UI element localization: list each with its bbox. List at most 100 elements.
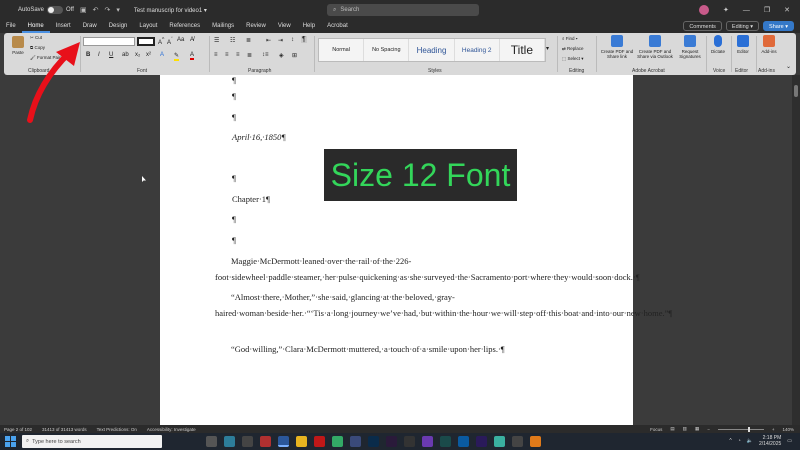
decrease-indent-icon[interactable]: ⇤ [266, 37, 271, 44]
align-right-icon[interactable]: ≡ [236, 52, 240, 58]
style-no-spacing[interactable]: No Spacing [364, 39, 410, 61]
shading-icon[interactable]: ◈ [279, 52, 284, 59]
volume-icon[interactable]: 🔈 [747, 438, 753, 444]
align-left-icon[interactable]: ≡ [214, 52, 218, 58]
line-spacing-icon[interactable]: ↕≡ [262, 52, 269, 58]
zoom-out-icon[interactable]: − [707, 427, 710, 432]
show-formatting-button[interactable]: ¶ [301, 36, 307, 43]
windows-start-icon[interactable] [3, 435, 17, 449]
addins-button[interactable]: Add-ins [758, 35, 780, 54]
style-title[interactable]: Title [500, 39, 546, 61]
superscript-icon[interactable]: x² [146, 52, 151, 58]
create-pdf-outlook-button[interactable]: Create PDF and Share via Outlook [636, 35, 674, 59]
document-page[interactable]: ¶ ¶ ¶ April·16,·1850¶ ¶ Chapter·1¶ ¶ ¶ M… [160, 75, 672, 425]
tab-draw[interactable]: Draw [77, 20, 103, 33]
document-title[interactable]: Test manuscrip for video1 ▾ [134, 7, 207, 14]
subscript-icon[interactable]: x₂ [135, 52, 140, 58]
change-case-button[interactable]: Aa [177, 37, 184, 43]
app-icon[interactable] [350, 436, 361, 447]
comments-button[interactable]: Comments [683, 21, 722, 31]
app-icon[interactable] [440, 436, 451, 447]
highlight-icon[interactable]: ✎ [174, 52, 180, 61]
autosave-toggle[interactable]: AutoSave Off [18, 6, 74, 14]
tab-acrobat[interactable]: Acrobat [321, 20, 354, 33]
app-icon[interactable] [242, 436, 253, 447]
style-heading[interactable]: Heading [409, 39, 455, 61]
premiere-icon[interactable] [476, 436, 487, 447]
style-heading-2[interactable]: Heading 2 [455, 39, 500, 61]
create-pdf-share-button[interactable]: Create PDF and Share link [600, 35, 634, 59]
strikethrough-icon[interactable]: ab [122, 52, 129, 58]
tab-references[interactable]: References [163, 20, 206, 33]
file-explorer-icon[interactable] [296, 436, 307, 447]
accessibility-status[interactable]: Accessibility: Investigate [147, 427, 196, 432]
word-count[interactable]: 31413 of 31413 words [42, 427, 87, 432]
dictate-button[interactable]: Dictate [708, 35, 728, 54]
replace-button[interactable]: ⇄ Replace [562, 46, 584, 52]
clear-formatting-icon[interactable]: A̸ [190, 37, 194, 43]
chrome-icon[interactable] [332, 436, 343, 447]
save-icon[interactable]: ▣ [80, 6, 87, 14]
font-color-icon[interactable]: A [190, 52, 195, 60]
tab-layout[interactable]: Layout [133, 20, 163, 33]
page-count[interactable]: Page 2 of 102 [4, 427, 32, 432]
sort-icon[interactable]: ↕ [291, 37, 294, 43]
outlook-icon[interactable] [458, 436, 469, 447]
undo-icon[interactable]: ↶ [93, 6, 99, 14]
lightbulb-icon[interactable]: ✦ [723, 6, 729, 14]
acrobat-icon[interactable] [314, 436, 325, 447]
style-normal[interactable]: Normal [319, 39, 365, 61]
tab-review[interactable]: Review [240, 20, 272, 33]
tab-mailings[interactable]: Mailings [206, 20, 240, 33]
numbering-icon[interactable]: ☷ [230, 37, 235, 44]
vlc-icon[interactable] [530, 436, 541, 447]
customize-qat-icon[interactable]: ▾ [116, 6, 120, 14]
text-effects-icon[interactable]: A [160, 52, 164, 58]
focus-button[interactable]: Focus [650, 427, 662, 432]
share-button[interactable]: Share ▾ [763, 21, 794, 31]
zoom-slider[interactable] [717, 426, 764, 432]
word-icon[interactable] [278, 436, 289, 447]
borders-icon[interactable]: ⊞ [292, 52, 297, 59]
web-layout-icon[interactable]: ▦ [695, 426, 699, 432]
read-mode-icon[interactable]: ▤ [670, 426, 674, 432]
zoom-in-icon[interactable]: + [772, 427, 775, 432]
editing-mode-button[interactable]: Editing ▾ [725, 21, 760, 31]
find-button[interactable]: ⌕ Find ▾ [562, 36, 578, 41]
request-signatures-button[interactable]: Request Signatures [676, 35, 704, 59]
app-icon[interactable] [494, 436, 505, 447]
close-icon[interactable]: ✕ [784, 6, 790, 14]
app-icon[interactable] [260, 436, 271, 447]
underline-button[interactable]: U [109, 52, 113, 58]
shrink-font-button[interactable]: Aˇ [167, 37, 173, 46]
app-icon[interactable] [404, 436, 415, 447]
redo-icon[interactable]: ↷ [104, 6, 110, 14]
tray-chevron-icon[interactable]: ^ [729, 438, 731, 444]
styles-more-icon[interactable]: ▾ [546, 45, 549, 52]
multilevel-list-icon[interactable]: ≣ [246, 37, 251, 44]
editor-button[interactable]: Editor [733, 35, 753, 54]
tab-home[interactable]: Home [21, 20, 50, 33]
tab-help[interactable]: Help [297, 20, 321, 33]
print-layout-icon[interactable]: ▥ [683, 426, 687, 432]
increase-indent-icon[interactable]: ⇥ [278, 37, 283, 44]
font-name-input[interactable] [83, 37, 135, 46]
search-input[interactable]: ⌕ Search [327, 4, 479, 16]
text-predictions-status[interactable]: Text Predictions: On [97, 427, 137, 432]
tab-view[interactable]: View [272, 20, 297, 33]
zoom-level[interactable]: 140% [782, 427, 794, 432]
tab-design[interactable]: Design [103, 20, 134, 33]
restore-icon[interactable]: ❐ [764, 6, 770, 14]
autosave-switch[interactable] [47, 6, 64, 14]
edge-icon[interactable] [224, 436, 235, 447]
notifications-icon[interactable]: ▭ [787, 438, 792, 444]
app-icon[interactable] [422, 436, 433, 447]
justify-icon[interactable]: ≣ [247, 52, 252, 59]
align-center-icon[interactable]: ≡ [225, 52, 229, 58]
avatar[interactable] [698, 5, 709, 15]
select-button[interactable]: ⬚ Select ▾ [562, 56, 584, 62]
bridge-icon[interactable] [386, 436, 397, 447]
app-icon[interactable] [512, 436, 523, 447]
taskbar-search-input[interactable]: ⌕ Type here to search [22, 435, 162, 448]
task-view-icon[interactable] [206, 436, 217, 447]
